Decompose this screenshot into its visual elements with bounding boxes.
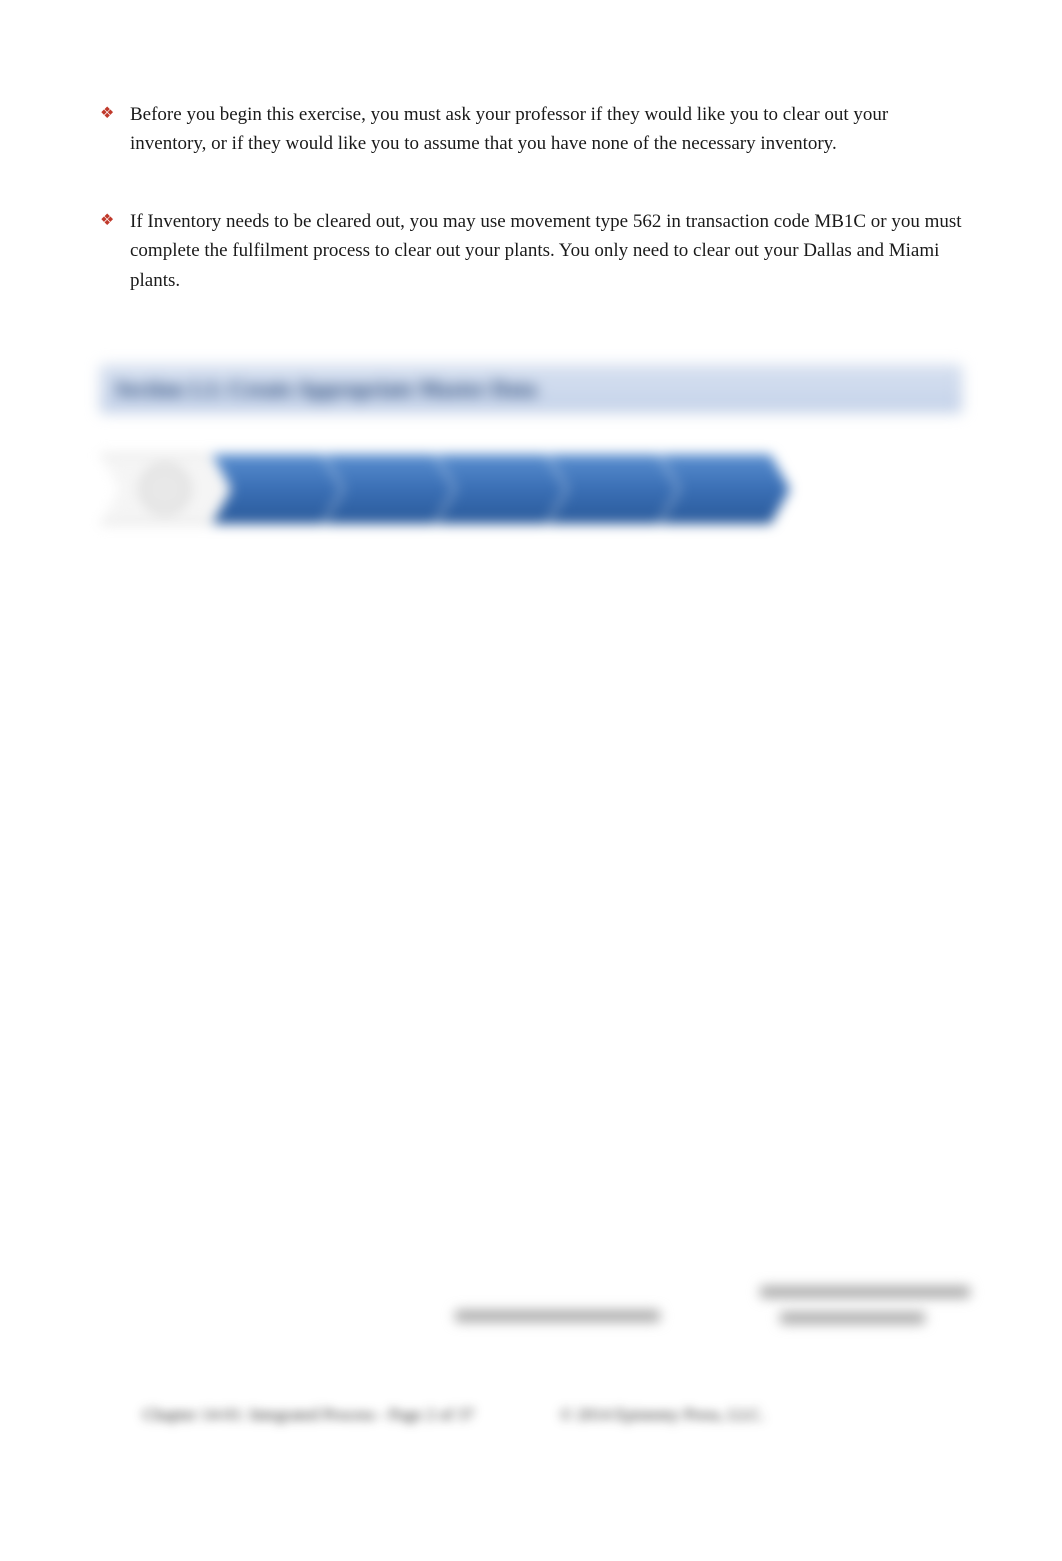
- chevron-step: [548, 454, 678, 524]
- bullet-icon: ❖: [100, 210, 108, 232]
- chevron-step: [212, 454, 342, 524]
- chevron-step: [660, 454, 790, 524]
- note-item: ❖ Before you begin this exercise, you mu…: [100, 100, 962, 159]
- chevron-circle-icon: [140, 464, 190, 514]
- page-content: ❖ Before you begin this exercise, you mu…: [0, 0, 1062, 529]
- chevron-step: [436, 454, 566, 524]
- note-text: Before you begin this exercise, you must…: [130, 100, 962, 159]
- section-header: Section 1.1: Create Appropriate Master D…: [100, 365, 962, 413]
- footer-page-info: Chapter 14-01: Integrated Process - Page…: [143, 1405, 474, 1425]
- blurred-text: [780, 1312, 925, 1324]
- blurred-text: [455, 1310, 660, 1322]
- chevron-step: [324, 454, 454, 524]
- note-text: If Inventory needs to be cleared out, yo…: [130, 207, 962, 295]
- note-item: ❖ If Inventory needs to be cleared out, …: [100, 207, 962, 295]
- chevron-step-start: [100, 454, 230, 524]
- process-chevron-row: [100, 449, 962, 529]
- bullet-icon: ❖: [100, 103, 108, 125]
- footer-copyright: © 2014 Epistemy Press, LLC.: [560, 1405, 765, 1425]
- blurred-text: [760, 1286, 970, 1298]
